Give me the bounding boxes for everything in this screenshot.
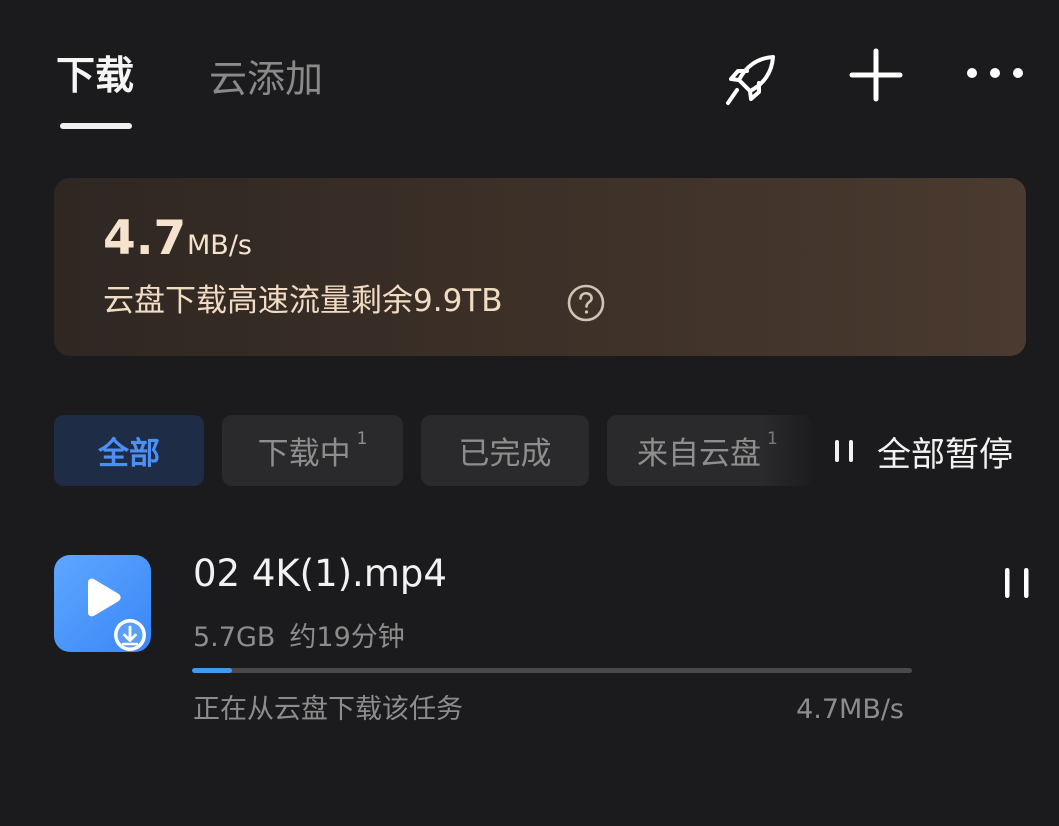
active-tab-indicator <box>60 123 132 129</box>
speed-banner: 4.7 MB/s 云盘下载高速流量剩余9.9TB <box>54 178 1026 356</box>
pause-icon <box>835 440 853 462</box>
chip-scroll-fade <box>762 415 818 486</box>
current-speed-unit: MB/s <box>187 230 252 261</box>
pause-all-label: 全部暂停 <box>877 434 1013 475</box>
tab-cloud-add[interactable]: 云添加 <box>209 57 323 101</box>
filter-chip-all[interactable]: 全部 <box>54 415 204 486</box>
filter-chip-label: 下载中 <box>257 436 351 472</box>
task-status-text: 正在从云盘下载该任务 <box>193 694 463 725</box>
task-size: 5.7GB <box>193 622 276 653</box>
filter-chip-label: 全部 <box>98 436 160 472</box>
question-circle-icon[interactable] <box>567 284 605 322</box>
high-speed-quota-text: 云盘下载高速流量剩余9.9TB <box>103 283 503 319</box>
filter-chip-count: 1 <box>356 428 368 449</box>
filter-chip-label: 来自云盘 <box>637 436 761 472</box>
rocket-icon[interactable] <box>722 50 780 108</box>
filter-chip-label: 已完成 <box>458 436 552 472</box>
download-progress-fill <box>192 668 232 673</box>
pause-all-button[interactable]: 全部暂停 <box>831 426 1013 476</box>
current-speed-value: 4.7 <box>103 211 187 266</box>
tab-download[interactable]: 下载 <box>56 55 134 99</box>
filter-chip-downloading[interactable]: 下载中 1 <box>222 415 403 486</box>
task-meta: 5.7GB 约19分钟 <box>193 620 405 656</box>
more-icon[interactable] <box>962 58 1028 88</box>
task-speed: 4.7MB/s <box>796 694 904 725</box>
video-file-icon <box>54 555 151 652</box>
task-eta: 约19分钟 <box>289 622 405 653</box>
filter-chip-completed[interactable]: 已完成 <box>421 415 589 486</box>
plus-icon[interactable] <box>848 47 904 103</box>
pause-icon[interactable] <box>1001 566 1033 600</box>
task-file-name[interactable]: 02 4K(1).mp4 <box>193 552 447 596</box>
download-progress-bar <box>192 668 912 673</box>
